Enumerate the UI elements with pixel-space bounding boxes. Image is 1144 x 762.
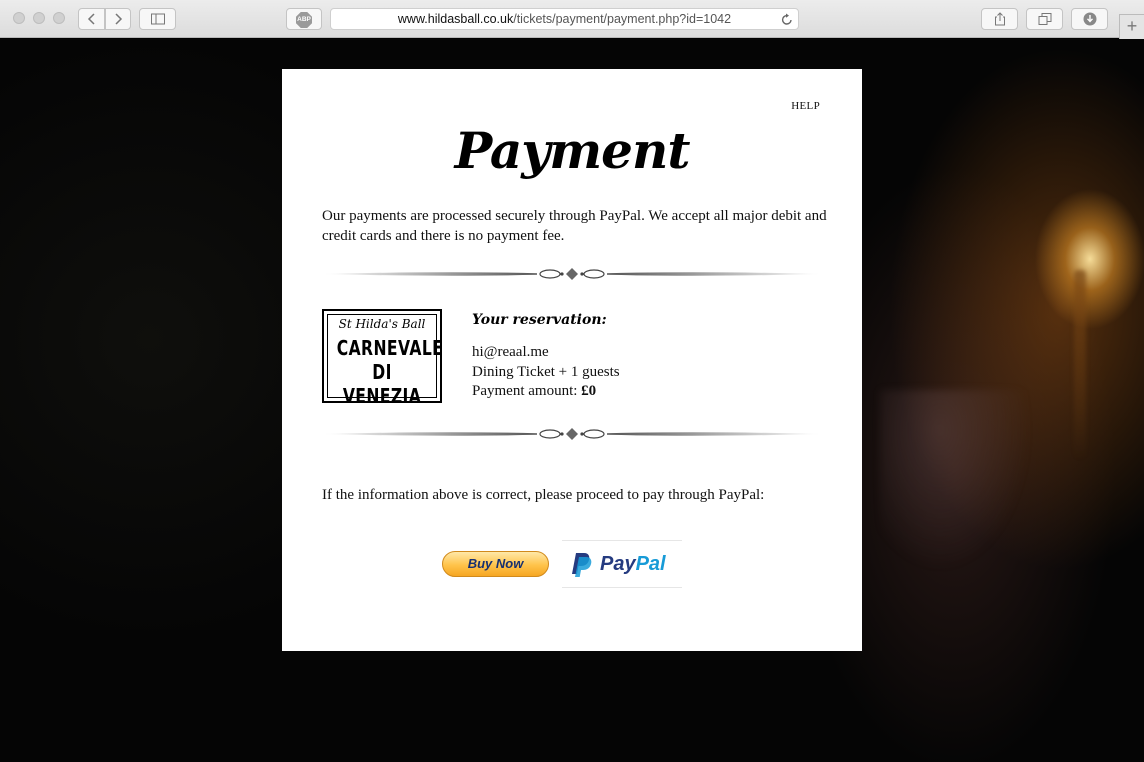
- ornament-divider: [322, 428, 822, 440]
- proceed-text: If the information above is correct, ple…: [322, 487, 765, 503]
- forward-button[interactable]: [105, 8, 131, 30]
- paypal-wordmark: PayPal: [600, 553, 666, 576]
- adblock-button[interactable]: ABP: [286, 8, 322, 30]
- download-icon: [1083, 12, 1096, 26]
- chevron-left-icon: [87, 13, 95, 25]
- close-window-button[interactable]: [13, 12, 25, 24]
- downloads-button[interactable]: [1071, 8, 1108, 30]
- tabs-overview-button[interactable]: [1026, 8, 1063, 30]
- url-path: /tickets/payment/payment.php?id=1042: [513, 12, 732, 26]
- back-button[interactable]: [78, 8, 105, 30]
- background-figure: [880, 390, 1080, 762]
- sidebar-icon: [150, 13, 165, 25]
- event-logo: St Hilda's Ball CARNEVALE DI VENEZIA: [322, 309, 443, 408]
- tabs-icon: [1038, 13, 1051, 25]
- address-bar[interactable]: www.hildasball.co.uk/tickets/payment/pay…: [330, 8, 799, 30]
- paypal-pal-text: Pal: [635, 553, 666, 575]
- logo-title: CARNEVALE DI VENEZIA: [336, 336, 444, 408]
- sidebar-button[interactable]: [139, 8, 176, 30]
- amount-value: £0: [581, 383, 597, 399]
- paypal-p-icon: [572, 553, 592, 577]
- url-host: www.hildasball.co.uk: [397, 12, 514, 26]
- new-tab-button[interactable]: +: [1119, 14, 1144, 40]
- browser-toolbar: ABP www.hildasball.co.uk/tickets/payment…: [0, 0, 1144, 40]
- minimize-window-button[interactable]: [33, 12, 45, 24]
- paypal-logo: PayPal: [562, 540, 682, 588]
- paypal-pay-text: Pay: [600, 553, 636, 575]
- reservation-heading: Your reservation:: [472, 312, 607, 328]
- buy-now-button[interactable]: Buy Now: [442, 551, 549, 577]
- logo-line-1: CARNEVALE: [336, 336, 444, 360]
- page-title: Payment: [454, 121, 691, 180]
- amount-label: Payment amount:: [472, 383, 578, 399]
- reload-icon: [781, 13, 792, 25]
- ornament-divider: [322, 268, 822, 280]
- reservation-email: hi@reaal.me: [472, 344, 549, 360]
- intro-text: Our payments are processed securely thro…: [322, 208, 827, 244]
- reload-button[interactable]: [781, 12, 793, 32]
- zoom-window-button[interactable]: [53, 12, 65, 24]
- share-button[interactable]: [981, 8, 1018, 30]
- adblock-icon: ABP: [296, 12, 312, 28]
- chevron-right-icon: [115, 13, 123, 25]
- share-icon: [994, 12, 1005, 26]
- logo-script-text: St Hilda's Ball: [338, 317, 426, 331]
- payment-card: HELP Payment Our payments are processed …: [282, 69, 862, 651]
- logo-line-2: DI VENEZIA: [342, 360, 422, 408]
- help-link[interactable]: HELP: [791, 100, 820, 112]
- reservation-ticket: Dining Ticket + 1 guests: [472, 364, 620, 380]
- reservation-amount: Payment amount: £0: [472, 383, 596, 400]
